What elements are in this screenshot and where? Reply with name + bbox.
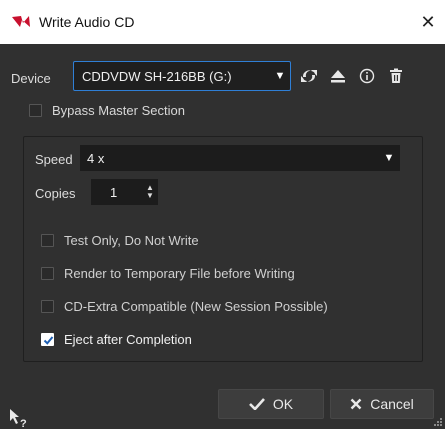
close-button[interactable]: ✕ — [411, 8, 445, 36]
cancel-button[interactable]: Cancel — [330, 389, 434, 419]
stepper-arrows[interactable]: ▲ ▼ — [142, 184, 158, 200]
option-label: CD-Extra Compatible (New Session Possibl… — [64, 299, 328, 314]
window-title: Write Audio CD — [39, 14, 135, 30]
info-icon — [359, 68, 375, 84]
context-help-icon[interactable]: ? — [8, 407, 30, 429]
write-options-group: Speed 4 x ▼ Copies 1 ▲ ▼ Test Only, Do N… — [23, 136, 423, 362]
option-checkbox[interactable] — [41, 267, 54, 280]
speed-selected-value: 4 x — [87, 150, 105, 166]
device-selected-value: CDDVDW SH-216BB (G:) — [82, 68, 232, 84]
option-label: Render to Temporary File before Writing — [64, 266, 295, 281]
dialog-body: Device CDDVDW SH-216BB (G:) ▼ Bypass Mas… — [0, 44, 445, 429]
svg-text:?: ? — [20, 418, 27, 429]
eject-icon — [331, 70, 345, 83]
app-logo-icon — [12, 16, 30, 27]
option-checkbox-checked[interactable] — [41, 333, 54, 346]
option-test-only[interactable]: Test Only, Do Not Write — [41, 233, 199, 248]
chevron-down-icon: ▼ — [274, 70, 286, 82]
speed-label: Speed — [35, 152, 73, 167]
device-label: Device — [11, 71, 51, 86]
check-icon — [43, 336, 54, 345]
trash-icon — [390, 68, 402, 83]
delete-button[interactable] — [385, 65, 407, 87]
close-icon: ✕ — [420, 11, 436, 32]
option-render-temp-file[interactable]: Render to Temporary File before Writing — [41, 266, 295, 281]
chevron-down-icon: ▼ — [383, 152, 395, 164]
option-eject-after[interactable]: Eject after Completion — [41, 332, 192, 347]
speed-select[interactable]: 4 x ▼ — [80, 145, 400, 171]
ok-label: OK — [272, 396, 294, 412]
resize-grip-icon[interactable] — [433, 417, 443, 427]
ok-button[interactable]: OK — [218, 389, 324, 419]
cross-icon — [350, 398, 362, 410]
device-select[interactable]: CDDVDW SH-216BB (G:) ▼ — [73, 61, 291, 91]
option-checkbox[interactable] — [41, 234, 54, 247]
bypass-master-checkbox[interactable]: Bypass Master Section — [29, 103, 185, 118]
option-cd-extra[interactable]: CD-Extra Compatible (New Session Possibl… — [41, 299, 328, 314]
refresh-icon — [301, 70, 317, 82]
copies-label: Copies — [35, 186, 76, 201]
option-checkbox[interactable] — [41, 300, 54, 313]
eject-button[interactable] — [327, 65, 349, 87]
copies-stepper[interactable]: 1 ▲ ▼ — [91, 179, 158, 205]
info-button[interactable] — [356, 65, 378, 87]
checkmark-icon — [248, 398, 265, 410]
refresh-button[interactable] — [298, 65, 320, 87]
option-label: Test Only, Do Not Write — [64, 233, 199, 248]
stepper-down-icon[interactable]: ▼ — [146, 192, 154, 200]
option-label: Eject after Completion — [64, 332, 192, 347]
bypass-label: Bypass Master Section — [52, 103, 185, 118]
title-bar: Write Audio CD ✕ — [0, 0, 445, 44]
cancel-label: Cancel — [370, 396, 414, 412]
copies-value[interactable]: 1 — [91, 185, 142, 200]
bypass-checkbox-box[interactable] — [29, 104, 42, 117]
